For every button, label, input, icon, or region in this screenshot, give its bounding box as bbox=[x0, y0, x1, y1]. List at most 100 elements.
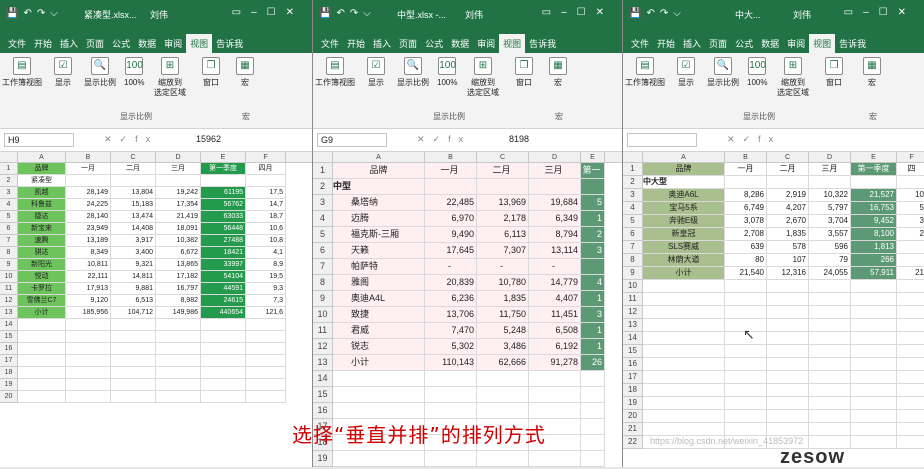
row-header-21[interactable]: 21 bbox=[623, 423, 643, 436]
empty-cell[interactable] bbox=[725, 345, 767, 358]
value-cell[interactable]: 12,316 bbox=[767, 267, 809, 280]
value-cell[interactable]: 24,225 bbox=[66, 199, 111, 211]
empty-cell[interactable] bbox=[581, 451, 605, 467]
value-cell[interactable]: 3,557 bbox=[809, 228, 851, 241]
empty-cell[interactable] bbox=[66, 379, 111, 391]
formula-icons[interactable]: ✕✓fx bbox=[104, 134, 158, 145]
value-cell[interactable]: 1,813 bbox=[851, 241, 897, 254]
empty-cell[interactable] bbox=[66, 391, 111, 403]
value-cell[interactable]: 8,286 bbox=[725, 189, 767, 202]
empty-cell[interactable] bbox=[201, 379, 246, 391]
value-cell[interactable]: 9,452 bbox=[851, 215, 897, 228]
empty-cell[interactable] bbox=[725, 410, 767, 423]
empty-cell[interactable] bbox=[897, 410, 924, 423]
empty-cell[interactable] bbox=[201, 319, 246, 331]
column-header-C[interactable]: C bbox=[111, 152, 156, 163]
empty-cell[interactable] bbox=[851, 436, 897, 449]
value-cell[interactable]: 6,970 bbox=[425, 211, 477, 227]
select-all-corner[interactable] bbox=[623, 152, 643, 163]
value-cell[interactable]: 266 bbox=[851, 254, 897, 267]
empty-cell[interactable] bbox=[529, 403, 581, 419]
header-cell[interactable]: 一月 bbox=[66, 163, 111, 175]
empty-cell[interactable] bbox=[111, 367, 156, 379]
empty-cell[interactable] bbox=[809, 423, 851, 436]
value-cell[interactable]: 10,8 bbox=[246, 235, 286, 247]
empty-cell[interactable] bbox=[333, 451, 425, 467]
row-header-2[interactable]: 2 bbox=[623, 176, 643, 189]
row-header-13[interactable]: 13 bbox=[313, 355, 333, 371]
empty-cell[interactable] bbox=[897, 280, 924, 293]
value-cell[interactable]: 104,712 bbox=[111, 307, 156, 319]
row-header-14[interactable]: 14 bbox=[0, 319, 18, 331]
row-header-8[interactable]: 8 bbox=[313, 275, 333, 291]
row-header-4[interactable]: 4 bbox=[313, 211, 333, 227]
empty-cell[interactable] bbox=[201, 355, 246, 367]
empty-cell[interactable] bbox=[767, 384, 809, 397]
row-header-11[interactable]: 11 bbox=[313, 323, 333, 339]
empty-cell[interactable] bbox=[156, 367, 201, 379]
value-cell[interactable]: 5,302 bbox=[425, 339, 477, 355]
formula-input[interactable]: 15962 bbox=[196, 134, 221, 144]
value-cell[interactable]: 22,111 bbox=[66, 271, 111, 283]
value-cell[interactable]: 17,645 bbox=[425, 243, 477, 259]
tab-formula[interactable]: 公式 bbox=[731, 34, 757, 53]
column-header-B[interactable]: B bbox=[425, 152, 477, 163]
row-header-3[interactable]: 3 bbox=[313, 195, 333, 211]
empty-cell[interactable] bbox=[851, 423, 897, 436]
empty-cell[interactable] bbox=[851, 293, 897, 306]
row-header-20[interactable]: 20 bbox=[0, 391, 18, 403]
value-cell[interactable]: 2 bbox=[581, 227, 605, 243]
header-cell[interactable]: 第一季度 bbox=[201, 163, 246, 175]
value-cell[interactable]: 79 bbox=[809, 254, 851, 267]
tab-page[interactable]: 页面 bbox=[82, 34, 108, 53]
empty-cell[interactable] bbox=[809, 293, 851, 306]
row-header-16[interactable]: 16 bbox=[313, 403, 333, 419]
brand-cell[interactable]: 卡罗拉 bbox=[18, 283, 66, 295]
value-cell[interactable]: 3,400 bbox=[111, 247, 156, 259]
empty-cell[interactable] bbox=[643, 384, 725, 397]
empty-cell[interactable] bbox=[767, 345, 809, 358]
empty-cell[interactable] bbox=[851, 306, 897, 319]
header-cell[interactable]: 三月 bbox=[529, 163, 581, 179]
value-cell[interactable]: 10,382 bbox=[156, 235, 201, 247]
tab-insert[interactable]: 插入 bbox=[369, 34, 395, 53]
empty-cell[interactable] bbox=[111, 343, 156, 355]
value-cell[interactable] bbox=[897, 241, 924, 254]
value-cell[interactable]: 6,113 bbox=[477, 227, 529, 243]
excel-window-large[interactable]: 💾↶↷⌵ 中大... 刘伟 ▭–☐✕ 文件 开始 插入 页面 公式 数据 审阅 … bbox=[623, 0, 924, 467]
tab-view[interactable]: 视图 bbox=[809, 33, 836, 53]
empty-cell[interactable] bbox=[333, 387, 425, 403]
value-cell[interactable]: 4,1 bbox=[246, 247, 286, 259]
row-header-18[interactable]: 18 bbox=[623, 384, 643, 397]
value-cell[interactable] bbox=[725, 176, 767, 189]
empty-cell[interactable] bbox=[66, 343, 111, 355]
value-cell[interactable]: 2,670 bbox=[767, 215, 809, 228]
empty-cell[interactable] bbox=[767, 397, 809, 410]
empty-cell[interactable] bbox=[246, 331, 286, 343]
row-header-4[interactable]: 4 bbox=[0, 199, 18, 211]
tab-home[interactable]: 开始 bbox=[30, 34, 56, 53]
empty-cell[interactable] bbox=[477, 451, 529, 467]
tab-formula[interactable]: 公式 bbox=[421, 34, 447, 53]
zoom-100-button[interactable]: 100 100% bbox=[124, 57, 144, 88]
row-header-9[interactable]: 9 bbox=[0, 259, 18, 271]
row-header-12[interactable]: 12 bbox=[623, 306, 643, 319]
row-header-20[interactable]: 20 bbox=[623, 410, 643, 423]
spreadsheet-grid[interactable]: A B C D E F 1 品牌 一月 二月 三月 第一季度四 2 中大型 3 奥迪A6L 8,286 2,919… bbox=[623, 152, 924, 466]
value-cell[interactable]: 62,666 bbox=[477, 355, 529, 371]
header-cell[interactable]: 一月 bbox=[725, 163, 767, 176]
brand-cell[interactable]: 奥迪A6L bbox=[643, 189, 725, 202]
value-cell[interactable]: - bbox=[477, 259, 529, 275]
header-cell[interactable]: 第一季度 bbox=[851, 163, 897, 176]
row-header-9[interactable]: 9 bbox=[313, 291, 333, 307]
quick-access[interactable]: 💾↶↷⌵ bbox=[629, 8, 686, 19]
value-cell[interactable]: 440654 bbox=[201, 307, 246, 319]
tab-file[interactable]: 文件 bbox=[317, 34, 343, 53]
value-cell[interactable]: 14,408 bbox=[111, 223, 156, 235]
brand-cell[interactable]: 雅阁 bbox=[333, 275, 425, 291]
value-cell[interactable]: 13,114 bbox=[529, 243, 581, 259]
empty-cell[interactable] bbox=[643, 397, 725, 410]
empty-cell[interactable] bbox=[581, 403, 605, 419]
brand-cell[interactable]: 天籁 bbox=[333, 243, 425, 259]
value-cell[interactable]: 13,474 bbox=[111, 211, 156, 223]
